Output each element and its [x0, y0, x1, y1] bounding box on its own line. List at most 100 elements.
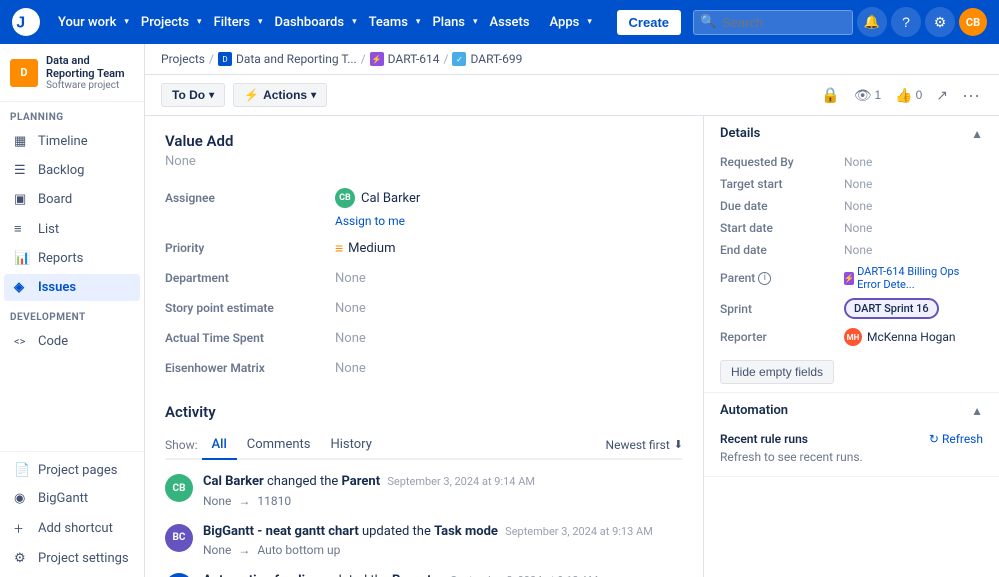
nav-item-apps[interactable]: Apps: [542, 11, 588, 34]
nav-item-dashboards[interactable]: Dashboards: [266, 11, 352, 34]
watch-button[interactable]: 👁 1: [851, 84, 884, 107]
story-points-value[interactable]: None: [335, 301, 683, 316]
sidebar-item-issues[interactable]: ◈ Issues: [4, 274, 140, 301]
breadcrumb-projects[interactable]: Projects: [161, 52, 205, 66]
field-row-department: Department None: [165, 263, 683, 293]
end-date-value[interactable]: None: [844, 243, 983, 257]
notifications-button[interactable]: 🔔: [857, 7, 887, 37]
sidebar-item-biggantt[interactable]: ◉ BigGantt: [4, 485, 140, 512]
status-caret-icon: ▾: [209, 90, 214, 101]
parent-info-icon[interactable]: i: [758, 272, 771, 285]
breadcrumb-project[interactable]: Data and Reporting T...: [236, 52, 357, 66]
tab-all[interactable]: All: [202, 431, 237, 460]
field-row-time-spent: Actual Time Spent None: [165, 323, 683, 353]
tab-comments[interactable]: Comments: [237, 431, 321, 458]
status-label: To Do: [172, 88, 205, 102]
value-add-title: Value Add: [165, 132, 683, 150]
story-points-label: Story point estimate: [165, 301, 335, 315]
assignee-label: Assignee: [165, 191, 335, 205]
refresh-button[interactable]: ↻ Refresh: [929, 432, 983, 446]
department-value[interactable]: None: [335, 271, 683, 286]
value-add-section: Value Add None: [165, 132, 683, 169]
detail-row-start-date: Start date None: [704, 217, 999, 239]
actions-button[interactable]: ⚡ Actions ▾: [233, 83, 327, 107]
automation-content: Recent rule runs ↻ Refresh Refresh to se…: [704, 428, 999, 476]
settings-button[interactable]: ⚙: [925, 7, 955, 37]
nav-caret-apps: ▾: [587, 17, 592, 27]
sidebar-item-project-pages[interactable]: 📄 Project pages: [4, 457, 140, 484]
assignee-avatar: CB: [335, 188, 355, 208]
sidebar-item-reports[interactable]: 📊 Reports: [4, 245, 140, 272]
due-date-value[interactable]: None: [844, 199, 983, 213]
nav-caret-dashboards: ▾: [352, 17, 357, 27]
field-row-story-points: Story point estimate None: [165, 293, 683, 323]
create-button[interactable]: Create: [617, 10, 681, 35]
fields-section: Assignee CB Cal Barker Assign to me Prio…: [165, 183, 683, 383]
reporter-value[interactable]: MH McKenna Hogan: [844, 328, 983, 346]
breadcrumb-dart614[interactable]: DART-614: [388, 52, 440, 66]
nav-item-projects[interactable]: Projects: [133, 11, 197, 34]
newest-first-label[interactable]: Newest first: [606, 438, 670, 452]
value-add-value: None: [165, 154, 683, 169]
sidebar-item-list[interactable]: ≡ List: [4, 215, 140, 243]
more-button[interactable]: ···: [959, 83, 983, 107]
target-start-value[interactable]: None: [844, 177, 983, 191]
nav-caret-filters: ▾: [258, 17, 263, 27]
sidebar-item-board[interactable]: ▣ Board: [4, 186, 140, 213]
nav-item-assets[interactable]: Assets: [482, 11, 538, 34]
sidebar-item-code[interactable]: <> Code: [4, 328, 140, 355]
activity-text-1: BigGantt - neat gantt chart updated the …: [203, 522, 653, 542]
end-date-label: End date: [720, 243, 840, 257]
activity-avatar-2: AI: [165, 573, 193, 577]
time-spent-value[interactable]: None: [335, 331, 683, 346]
vote-button[interactable]: 👍 0: [892, 84, 925, 107]
sidebar-label-issues: Issues: [38, 280, 76, 295]
start-date-value[interactable]: None: [844, 221, 983, 235]
breadcrumb-sep-1: /: [209, 52, 214, 66]
automation-collapse-icon: ▲: [971, 404, 983, 418]
issues-icon: ◈: [14, 280, 30, 295]
parent-value[interactable]: ⚡ DART-614 Billing Ops Error Dete...: [844, 265, 983, 291]
hide-empty-fields-button[interactable]: Hide empty fields: [720, 360, 834, 384]
sidebar-label-list: List: [38, 222, 59, 237]
sidebar-label-project-settings: Project settings: [38, 551, 129, 566]
nav-item-teams[interactable]: Teams: [361, 11, 416, 34]
details-header[interactable]: Details ▲: [704, 116, 999, 151]
sidebar-item-backlog[interactable]: ☰ Backlog: [4, 157, 140, 184]
backlog-icon: ☰: [14, 163, 30, 178]
details-title: Details: [720, 126, 760, 141]
reporter-avatar: MH: [844, 328, 862, 346]
lock-button[interactable]: 🔒: [818, 83, 843, 107]
sidebar-item-project-settings[interactable]: ⚙ Project settings: [4, 545, 140, 572]
eisenhower-value[interactable]: None: [335, 361, 683, 376]
assignee-value[interactable]: CB Cal Barker: [335, 188, 683, 208]
automation-header[interactable]: Automation ▲: [704, 393, 999, 428]
biggantt-icon: ◉: [14, 491, 30, 506]
requested-by-value[interactable]: None: [844, 155, 983, 169]
detail-row-due-date: Due date None: [704, 195, 999, 217]
tab-history[interactable]: History: [320, 431, 381, 458]
sidebar-project-header: D Data and Reporting Team Software proje…: [0, 44, 144, 102]
nav-item-filters[interactable]: Filters: [206, 11, 258, 34]
priority-value[interactable]: ≡ Medium: [335, 240, 683, 257]
breadcrumb-epic-icon: ⚡: [370, 52, 384, 66]
reports-icon: 📊: [14, 251, 30, 266]
status-button[interactable]: To Do ▾: [161, 83, 225, 107]
assign-to-me-link[interactable]: Assign to me: [335, 214, 683, 228]
user-avatar[interactable]: CB: [959, 8, 987, 36]
sidebar-label-code: Code: [38, 334, 68, 349]
breadcrumb-dart699[interactable]: DART-699: [470, 52, 522, 66]
search-input[interactable]: [693, 10, 853, 35]
issue-header-bar: To Do ▾ ⚡ Actions ▾ 🔒 👁 1 👍 0: [145, 75, 999, 116]
nav-item-plans[interactable]: Plans: [424, 11, 473, 34]
nav-logo[interactable]: J: [12, 8, 40, 36]
department-label: Department: [165, 271, 335, 285]
share-button[interactable]: ↗: [933, 84, 951, 107]
sprint-value[interactable]: DART Sprint 16: [844, 301, 983, 316]
help-button[interactable]: ?: [891, 7, 921, 37]
sidebar-item-add-shortcut[interactable]: + Add shortcut: [4, 513, 140, 544]
recent-rule-runs-label: Recent rule runs: [720, 432, 808, 446]
sidebar-item-timeline[interactable]: ▦ Timeline: [4, 128, 140, 155]
nav-item-your-work[interactable]: Your work: [50, 11, 124, 34]
activity-item-0: CB Cal Barker changed the Parent Septemb…: [165, 472, 683, 508]
